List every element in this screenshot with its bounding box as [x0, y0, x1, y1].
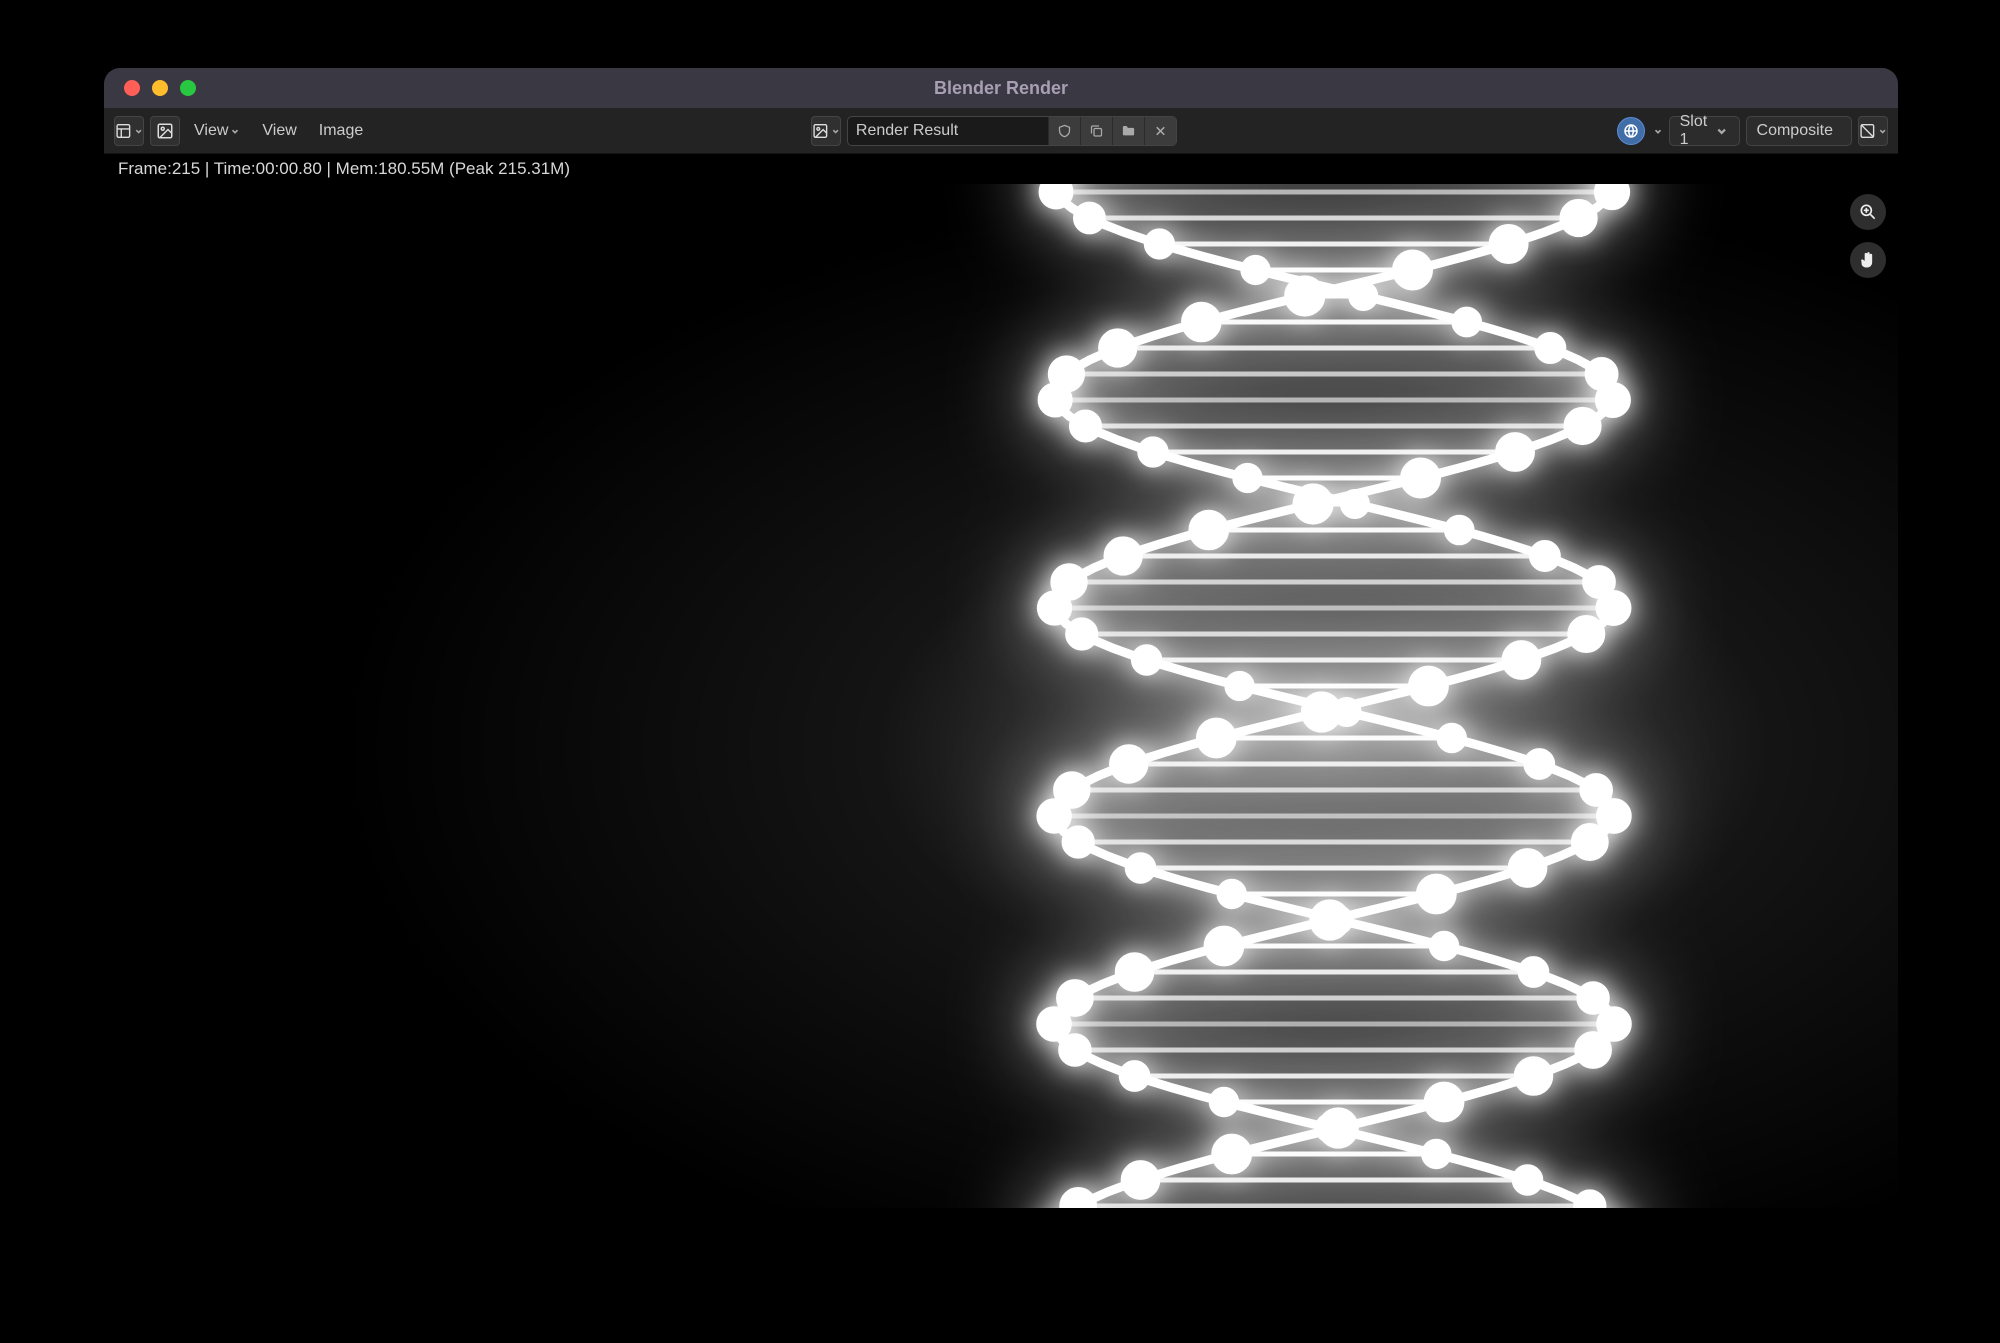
- browse-image-dropdown[interactable]: [811, 116, 841, 146]
- duplicate-icon: [1089, 123, 1104, 139]
- scene-dropdown[interactable]: [1617, 117, 1663, 145]
- unlink-image-button[interactable]: [1144, 117, 1176, 145]
- close-window-button[interactable]: [124, 80, 140, 96]
- view-menu[interactable]: View: [186, 118, 248, 144]
- image-name-field[interactable]: Render Result: [848, 117, 1048, 145]
- render-pass-dropdown[interactable]: Composite: [1746, 116, 1852, 146]
- zoom-icon: [1858, 202, 1878, 222]
- scene-icon: [1622, 122, 1640, 140]
- fake-user-toggle[interactable]: [1048, 117, 1080, 145]
- render-viewport[interactable]: › ‹: [104, 184, 1898, 1208]
- zoom-window-button[interactable]: [180, 80, 196, 96]
- rendered-image: [104, 184, 1898, 1208]
- shield-icon: [1057, 123, 1072, 139]
- pass-label: Composite: [1757, 122, 1833, 140]
- chevron-down-icon: [1715, 124, 1728, 137]
- status-bar: Frame:215 | Time:00:00.80 | Mem:180.55M …: [104, 154, 1898, 184]
- image-mode-dropdown[interactable]: [150, 116, 180, 146]
- image-menu[interactable]: Image: [311, 118, 371, 144]
- chevron-down-icon: [230, 126, 240, 136]
- pan-tool-button[interactable]: [1850, 242, 1886, 278]
- view-menu-label: View: [194, 122, 228, 140]
- folder-icon: [1121, 123, 1136, 139]
- chevron-down-icon: [134, 126, 143, 136]
- toolbar: View View Image Render Result Slot 1: [104, 108, 1898, 154]
- view-menu-2[interactable]: View: [254, 118, 304, 144]
- render-window: Blender Render View View Image Render Re…: [104, 68, 1898, 1208]
- channels-icon: [1859, 122, 1876, 140]
- editor-type-icon: [115, 122, 132, 140]
- open-image-button[interactable]: [1112, 117, 1144, 145]
- image-mode-icon: [156, 122, 174, 140]
- close-icon: [1153, 123, 1168, 139]
- chevron-down-icon: [1653, 126, 1663, 136]
- display-channels-dropdown[interactable]: [1858, 116, 1888, 146]
- titlebar: Blender Render: [104, 68, 1898, 108]
- render-slot-dropdown[interactable]: Slot 1: [1669, 116, 1740, 146]
- new-image-button[interactable]: [1080, 117, 1112, 145]
- traffic-lights: [124, 80, 196, 96]
- zoom-tool-button[interactable]: [1850, 194, 1886, 230]
- hand-icon: [1858, 250, 1878, 270]
- scene-icon-wrap: [1617, 117, 1645, 145]
- image-browse-icon: [812, 122, 829, 140]
- image-datablock: Render Result: [847, 116, 1177, 146]
- editor-type-dropdown[interactable]: [114, 116, 144, 146]
- minimize-window-button[interactable]: [152, 80, 168, 96]
- chevron-down-icon: [831, 126, 840, 136]
- status-text: Frame:215 | Time:00:00.80 | Mem:180.55M …: [118, 159, 570, 179]
- window-title: Blender Render: [104, 78, 1898, 99]
- slot-label: Slot 1: [1680, 113, 1708, 149]
- chevron-down-icon: [1878, 126, 1887, 136]
